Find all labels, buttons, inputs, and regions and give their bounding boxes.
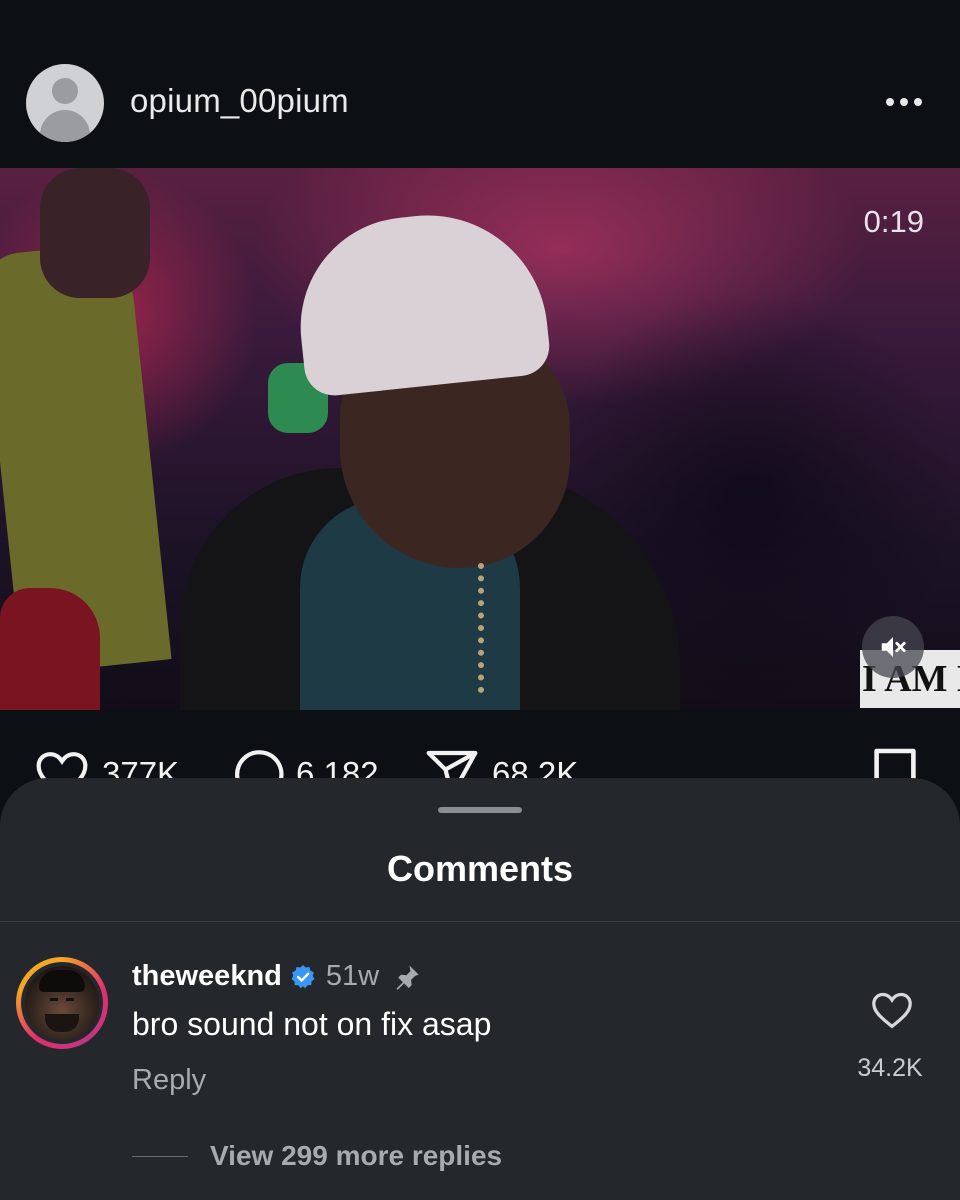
comment-like-count: 34.2K [857,1054,923,1082]
comment-header: theweeknd 51w [132,960,421,993]
author-avatar[interactable] [26,64,104,142]
comments-sheet: Comments theweeknd 51w bro sound not on … [0,778,960,1200]
comment-timestamp: 51w [325,960,380,992]
comments-title: Comments [386,848,574,889]
author-username[interactable]: opium_00pium [130,82,349,120]
commenter-story-ring[interactable] [16,957,108,1049]
verified-icon [291,964,315,988]
comment-text: bro sound not on fix asap [132,1006,492,1042]
commenter-username[interactable]: theweeknd [132,960,282,993]
mute-icon [881,637,906,657]
view-replies-button[interactable]: View 299 more replies [210,1140,502,1172]
pin-icon [396,964,419,990]
heart-icon[interactable] [870,990,914,1030]
post-screen: opium_00pium 0:19 I AM M [0,0,960,1200]
divider [0,921,960,922]
video-time-remaining: 0:19 [863,204,924,239]
video-player[interactable]: 0:19 I AM M [0,168,960,710]
more-icon[interactable] [886,94,926,110]
reply-button[interactable]: Reply [132,1064,206,1097]
post-header: opium_00pium [0,0,960,168]
commenter-avatar [25,966,99,1040]
sheet-drag-handle[interactable] [438,807,522,813]
avatar-placeholder-icon [52,78,78,104]
replies-divider-line [132,1156,188,1157]
mute-button[interactable] [862,616,924,678]
